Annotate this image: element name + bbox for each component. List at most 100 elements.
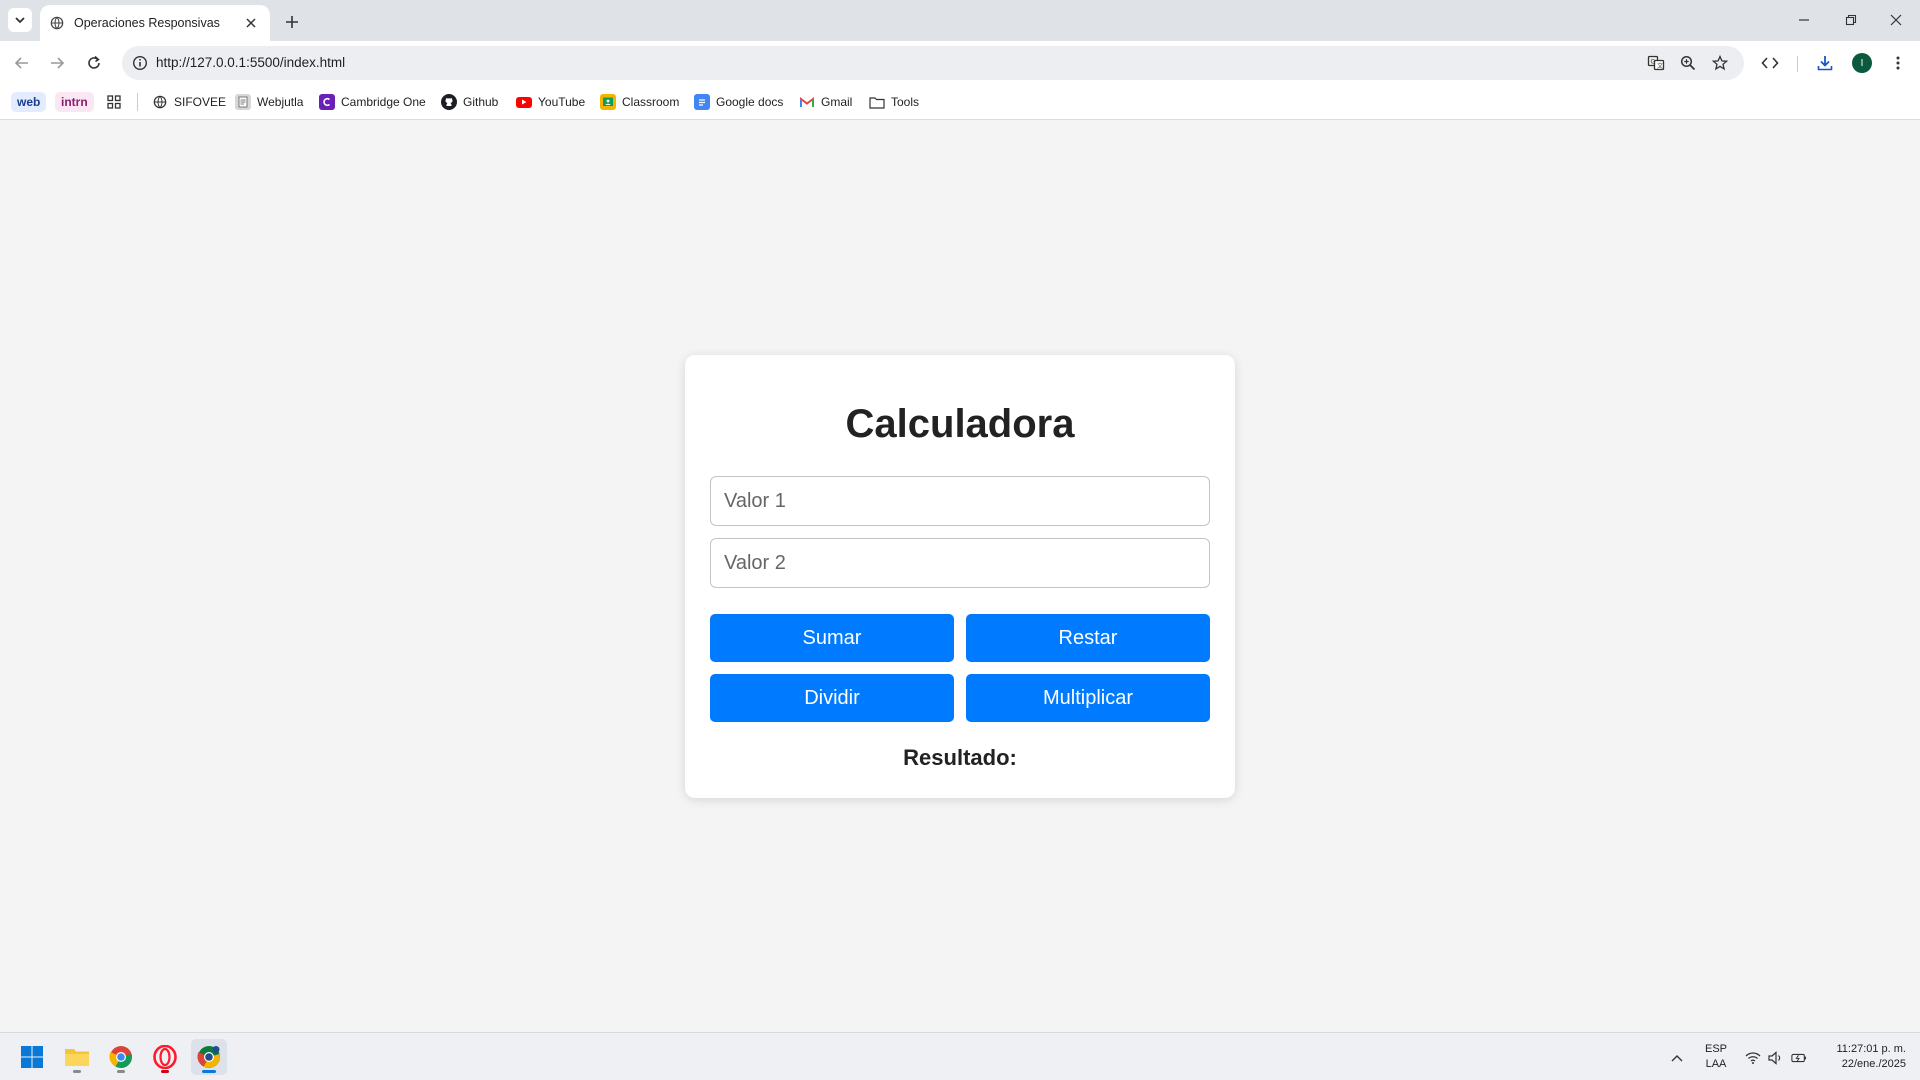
browser-toolbar: http://127.0.0.1:5500/index.html G文 xyxy=(0,41,1920,84)
taskbar-file-explorer[interactable] xyxy=(59,1039,95,1075)
running-indicator xyxy=(161,1070,169,1073)
running-indicator xyxy=(117,1070,125,1073)
classroom-icon xyxy=(600,94,616,110)
cambridge-icon xyxy=(319,94,335,110)
input-language-indicator[interactable]: ESP LAA xyxy=(1703,1042,1729,1072)
bookmark-group-web[interactable]: web xyxy=(11,92,47,112)
download-icon xyxy=(1817,56,1833,71)
show-hidden-icons-button[interactable] xyxy=(1669,1050,1685,1066)
opera-icon xyxy=(153,1045,177,1069)
globe-icon xyxy=(152,94,168,110)
browser-menu-button[interactable] xyxy=(1886,51,1910,75)
chrome-icon xyxy=(109,1046,132,1068)
browser-tabstrip: Operaciones Responsivas xyxy=(0,0,1920,41)
chevron-down-icon xyxy=(15,17,25,24)
page-title: Calculadora xyxy=(845,402,1075,446)
minimize-icon xyxy=(1799,19,1809,21)
folder-icon xyxy=(65,1049,89,1066)
bookmark-google-docs[interactable]: Google docs xyxy=(694,92,783,112)
tab-close-button[interactable] xyxy=(242,14,260,32)
multiplicar-button[interactable]: Multiplicar xyxy=(966,674,1210,722)
battery-icon[interactable] xyxy=(1791,1050,1807,1066)
bookmark-folder-tools[interactable]: Tools xyxy=(869,92,919,112)
restore-icon xyxy=(1845,14,1857,26)
bookmark-label: SIFOVEE xyxy=(174,95,227,109)
close-icon xyxy=(1890,14,1902,26)
bookmark-group-intrn[interactable]: intrn xyxy=(55,92,94,112)
gmail-icon xyxy=(799,94,815,110)
folder-icon xyxy=(869,94,885,110)
bookmark-label: Webjutla xyxy=(257,95,304,109)
svg-text:文: 文 xyxy=(1657,62,1663,70)
wifi-icon[interactable] xyxy=(1745,1050,1761,1066)
toolbar-separator xyxy=(1797,56,1798,72)
windows-logo-icon xyxy=(21,1046,43,1068)
apps-grid-icon xyxy=(107,95,121,109)
bookmarks-bar: web intrn SIFOVEE Webjutla Cambridge One… xyxy=(0,84,1920,120)
devtools-button[interactable] xyxy=(1758,51,1782,75)
document-icon xyxy=(235,94,251,110)
windows-taskbar: ESP LAA 11:27:01 p. m. 22/ene./2025 xyxy=(0,1032,1920,1080)
bookmark-webjutla[interactable]: Webjutla xyxy=(235,92,303,112)
bookmark-cambridge-one[interactable]: Cambridge One xyxy=(319,92,426,112)
site-info-icon[interactable] xyxy=(130,53,150,73)
new-tab-button[interactable] xyxy=(280,10,304,34)
code-icon xyxy=(1761,57,1779,69)
address-url[interactable]: http://127.0.0.1:5500/index.html xyxy=(156,55,345,70)
start-button[interactable] xyxy=(14,1039,50,1075)
volume-icon[interactable] xyxy=(1767,1050,1783,1066)
bookmark-sifovee[interactable]: SIFOVEE xyxy=(152,92,226,112)
reload-icon xyxy=(88,55,100,69)
more-vertical-icon xyxy=(1896,56,1900,70)
bookmark-youtube[interactable]: YouTube xyxy=(516,92,585,112)
reload-button[interactable] xyxy=(81,50,107,76)
close-icon xyxy=(246,18,256,28)
github-icon xyxy=(441,94,457,110)
language-code: ESP xyxy=(1704,1043,1727,1055)
taskbar-chrome[interactable] xyxy=(103,1039,139,1075)
forward-button[interactable] xyxy=(44,50,70,76)
youtube-icon xyxy=(516,96,532,108)
close-window-button[interactable] xyxy=(1882,8,1910,32)
bookmark-classroom[interactable]: Classroom xyxy=(600,92,679,112)
globe-icon xyxy=(50,16,64,30)
sumar-button[interactable]: Sumar xyxy=(710,614,954,662)
keyboard-layout: LAA xyxy=(1705,1058,1727,1070)
value2-input[interactable] xyxy=(710,538,1210,588)
apps-button[interactable] xyxy=(106,92,122,112)
taskbar-opera[interactable] xyxy=(147,1039,183,1075)
zoom-icon[interactable] xyxy=(1678,53,1698,73)
chevron-up-icon xyxy=(1671,1055,1683,1062)
bookmark-label: Gmail xyxy=(821,95,853,109)
svg-text:G: G xyxy=(1651,59,1656,66)
arrow-left-icon xyxy=(14,57,28,69)
docs-icon xyxy=(694,94,710,110)
value1-input[interactable] xyxy=(710,476,1210,526)
clock-time: 11:27:01 p. m. xyxy=(1836,1043,1906,1055)
bookmark-label: Google docs xyxy=(716,95,784,109)
bookmark-label: Github xyxy=(463,95,499,109)
plus-icon xyxy=(286,16,298,28)
bookmark-star-icon[interactable] xyxy=(1710,53,1730,73)
browser-tab-active[interactable]: Operaciones Responsivas xyxy=(40,5,270,41)
translate-icon[interactable]: G文 xyxy=(1646,53,1666,73)
restar-button[interactable]: Restar xyxy=(966,614,1210,662)
running-indicator xyxy=(73,1070,81,1073)
back-button[interactable] xyxy=(9,50,35,76)
clock-date: 22/ene./2025 xyxy=(1841,1058,1906,1070)
bookmark-label: Classroom xyxy=(622,95,680,109)
address-bar[interactable]: http://127.0.0.1:5500/index.html G文 xyxy=(122,46,1744,80)
tab-search-button[interactable] xyxy=(8,8,32,32)
taskbar-chrome-dev-active[interactable] xyxy=(191,1039,227,1075)
dividir-button[interactable]: Dividir xyxy=(710,674,954,722)
running-indicator xyxy=(202,1070,216,1073)
bookmark-label: Tools xyxy=(891,95,920,109)
profile-avatar[interactable]: I xyxy=(1852,53,1872,73)
system-clock[interactable]: 11:27:01 p. m. 22/ene./2025 xyxy=(1818,1042,1906,1072)
minimize-button[interactable] xyxy=(1790,8,1818,32)
bookmark-github[interactable]: Github xyxy=(441,92,498,112)
bookmark-gmail[interactable]: Gmail xyxy=(799,92,852,112)
restore-button[interactable] xyxy=(1837,8,1865,32)
result-label: Resultado: xyxy=(903,745,1017,770)
downloads-button[interactable] xyxy=(1813,51,1837,75)
